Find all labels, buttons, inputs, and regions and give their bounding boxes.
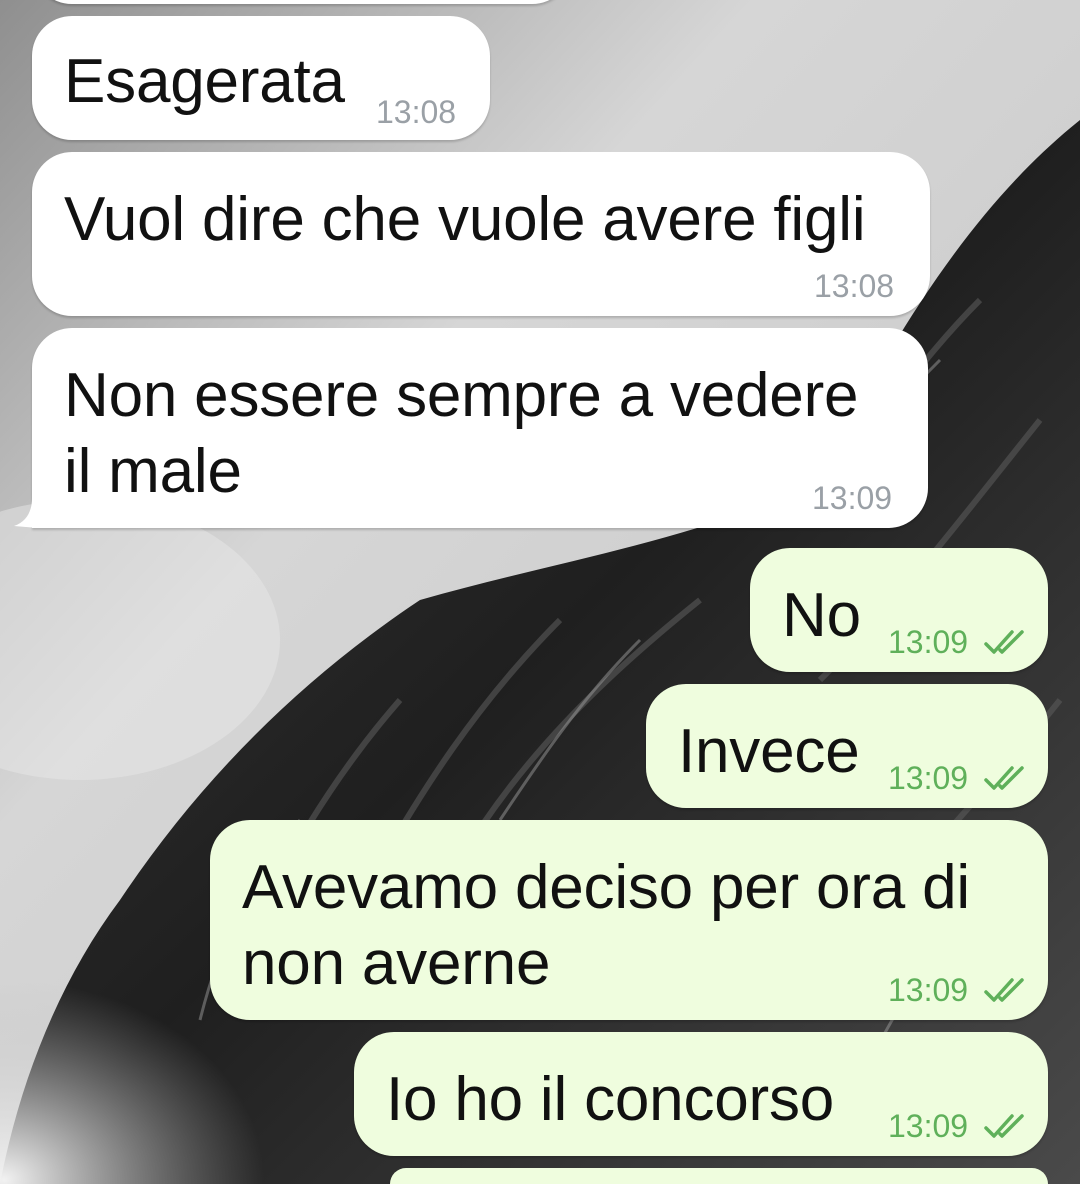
message-time: 13:09 <box>812 480 893 516</box>
bubble-tail-icon <box>14 498 38 528</box>
message-text: non averne <box>242 929 551 998</box>
message-bubble-incoming-partial[interactable] <box>32 0 572 4</box>
message-time: 13:09 <box>888 972 969 1008</box>
message-text: il male <box>64 437 242 506</box>
message-bubble-incoming[interactable]: Vuol dire che vuole avere figli 13:08 <box>32 152 930 316</box>
message-time: 13:08 <box>376 94 457 130</box>
message-bubble-incoming[interactable]: Non essere sempre a vedere il male 13:09 <box>32 328 928 528</box>
message-text: Invece <box>678 717 860 786</box>
message-bubble-outgoing[interactable]: Avevamo deciso per ora di non averne 13:… <box>210 820 1048 1020</box>
double-check-icon <box>984 630 1024 654</box>
message-text: Avevamo deciso per ora di <box>242 853 970 922</box>
message-bubble-incoming[interactable]: Esagerata 13:08 <box>32 16 490 140</box>
message-text: No <box>782 581 861 650</box>
message-time: 13:08 <box>814 268 895 304</box>
message-time: 13:09 <box>888 1108 969 1144</box>
message-time: 13:09 <box>888 760 969 796</box>
message-text: Non essere sempre a vedere <box>64 361 859 430</box>
message-text: Vuol dire che vuole avere figli <box>64 185 866 254</box>
message-text: Esagerata <box>64 47 345 116</box>
double-check-icon <box>984 766 1024 790</box>
double-check-icon <box>984 1114 1024 1138</box>
message-time: 13:09 <box>888 624 969 660</box>
message-bubble-outgoing[interactable]: No 13:09 <box>750 548 1048 672</box>
message-bubble-outgoing[interactable]: Io ho il concorso 13:09 <box>354 1032 1048 1156</box>
message-bubble-outgoing-partial[interactable] <box>390 1168 1048 1184</box>
message-bubble-outgoing[interactable]: Invece 13:09 <box>646 684 1048 808</box>
message-text: Io ho il concorso <box>386 1065 835 1134</box>
double-check-icon <box>984 978 1024 1002</box>
